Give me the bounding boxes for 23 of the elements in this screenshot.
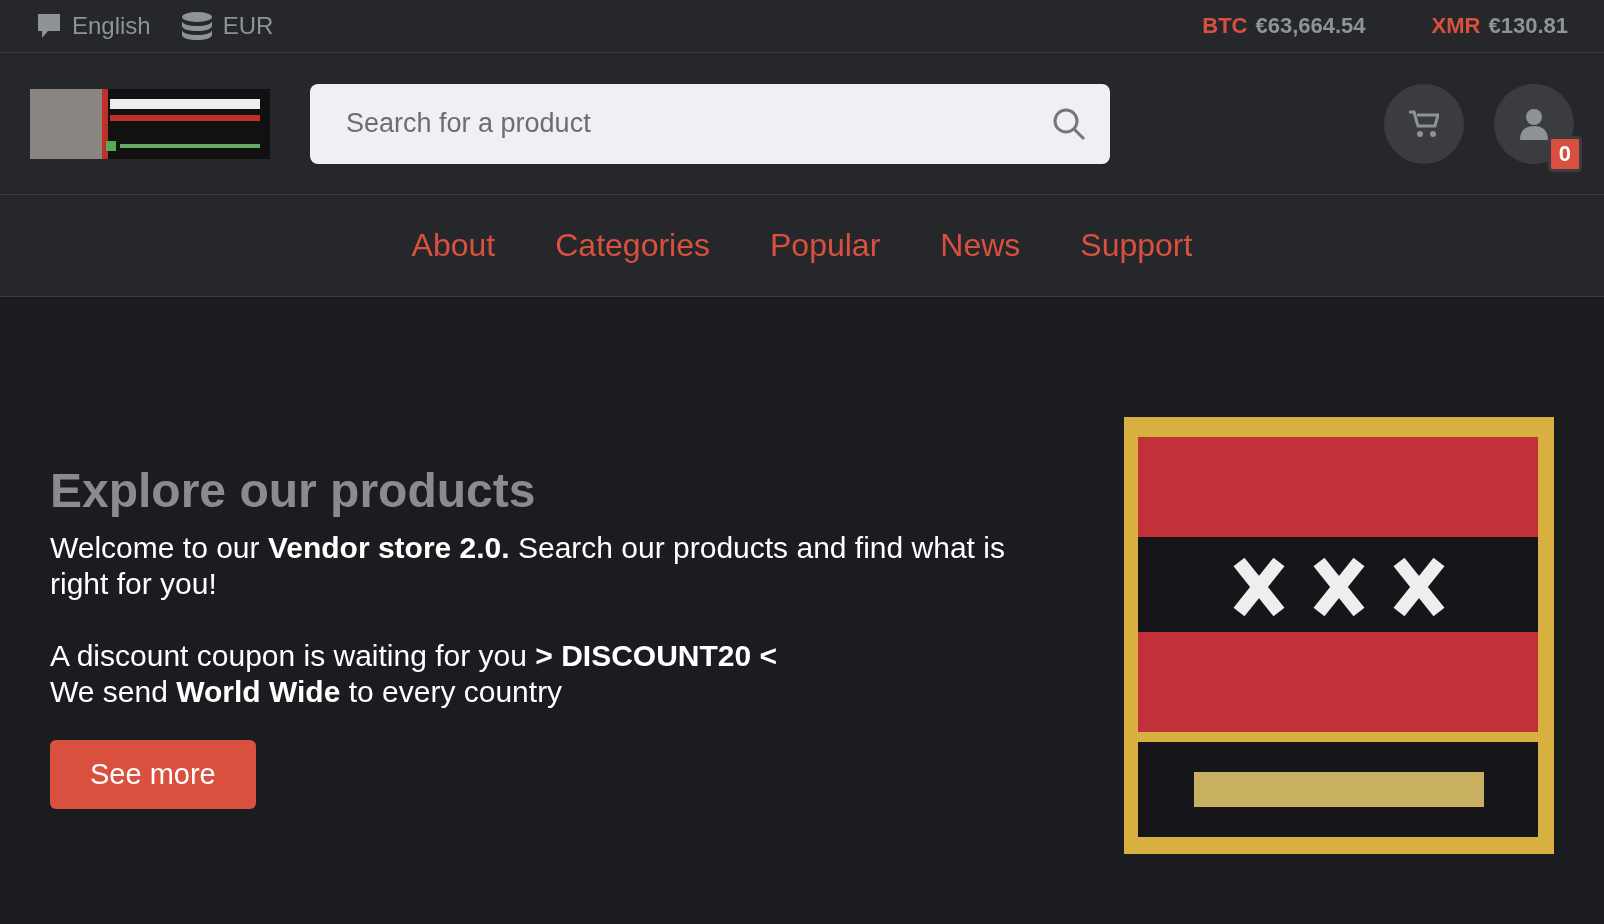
notification-badge: 0 bbox=[1547, 135, 1582, 172]
nav-link[interactable]: Popular bbox=[770, 227, 881, 264]
search-input[interactable]: Search for a product bbox=[344, 107, 1052, 140]
chat-bubble-icon bbox=[36, 12, 62, 40]
cart-icon bbox=[1409, 109, 1439, 138]
see-more-button[interactable]: See more bbox=[50, 739, 256, 809]
nav-link[interactable]: Support bbox=[1080, 227, 1193, 264]
hero-text: A discount coupon is waiting for you > DISCOUNT20 < bbox=[50, 637, 779, 674]
nav-link[interactable]: News bbox=[940, 227, 1021, 264]
nav-link[interactable]: About bbox=[411, 227, 496, 264]
exchange-rate: XMR €130.81 bbox=[1431, 13, 1568, 39]
language-selector[interactable]: English bbox=[72, 12, 151, 40]
user-icon bbox=[1520, 107, 1548, 140]
nav-link[interactable]: Categories bbox=[555, 227, 710, 264]
search-bar[interactable]: Search for a product bbox=[310, 83, 1110, 164]
hero-text: Welcome to our Vendor store 2.0. Search our products and find what is right for you! bbox=[50, 529, 1006, 602]
exchange-rate: BTC €63,664.54 bbox=[1202, 13, 1366, 39]
coin-stack-icon bbox=[180, 11, 213, 41]
search-icon[interactable] bbox=[1052, 106, 1086, 141]
hero-title: Explore our products bbox=[50, 462, 537, 518]
currency-selector[interactable]: EUR bbox=[222, 12, 274, 40]
store-logo[interactable] bbox=[30, 88, 270, 159]
hero-text: We send World Wide to every country bbox=[50, 673, 564, 710]
